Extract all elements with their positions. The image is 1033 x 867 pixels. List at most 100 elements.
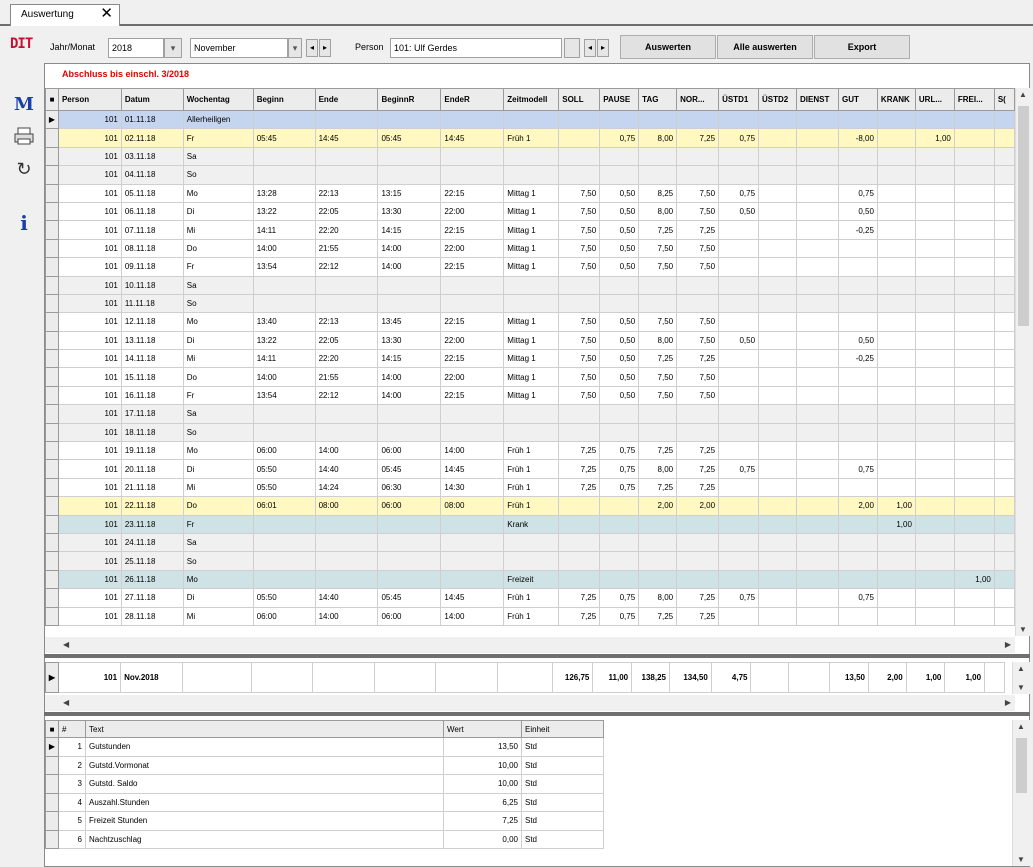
- table-row[interactable]: 101 25.11.18 So: [45, 551, 1015, 571]
- row-indicator[interactable]: [45, 588, 59, 608]
- table-cell[interactable]: [796, 514, 839, 534]
- table-cell[interactable]: 22:00: [440, 201, 505, 222]
- table-cell[interactable]: 21:55: [314, 238, 379, 259]
- table-cell[interactable]: [638, 109, 678, 130]
- table-cell[interactable]: [377, 293, 442, 314]
- table-cell[interactable]: [837, 477, 878, 498]
- table-cell[interactable]: [953, 588, 995, 608]
- table-cell[interactable]: Mittag 1: [503, 312, 560, 332]
- scroll-up-icon[interactable]: ▲: [1019, 90, 1027, 99]
- column-header-beginn[interactable]: Beginn: [252, 88, 316, 111]
- table-cell[interactable]: [876, 551, 916, 571]
- row-indicator[interactable]: [45, 569, 59, 590]
- table-cell[interactable]: [440, 146, 505, 167]
- table-cell[interactable]: [676, 514, 720, 534]
- row-indicator[interactable]: [45, 532, 59, 553]
- table-cell[interactable]: [758, 238, 797, 259]
- column-header-einheit[interactable]: Einheit: [521, 720, 604, 738]
- table-cell[interactable]: [914, 330, 955, 351]
- table-cell[interactable]: 13:54: [252, 257, 316, 277]
- table-cell[interactable]: 22:15: [440, 385, 505, 406]
- table-cell[interactable]: [758, 165, 797, 185]
- table-cell[interactable]: 13:40: [252, 312, 316, 332]
- table-cell[interactable]: [252, 514, 316, 534]
- table-cell[interactable]: [440, 275, 505, 295]
- summary-vertical-scrollbar[interactable]: ▲ ▼: [1012, 662, 1030, 694]
- table-cell[interactable]: [718, 220, 760, 240]
- table-cell[interactable]: [914, 201, 955, 222]
- table-cell[interactable]: -8,00: [837, 128, 878, 148]
- table-row[interactable]: 101 16.11.18 Fr 13:54 22:12 14:00 22:15 Mittag …: [45, 385, 1015, 406]
- table-cell[interactable]: [676, 404, 720, 424]
- table-cell[interactable]: 0,50: [599, 312, 640, 332]
- table-cell[interactable]: 13.11.18: [120, 330, 184, 351]
- table-cell[interactable]: 0,75: [599, 606, 640, 626]
- table-cell[interactable]: [837, 606, 878, 626]
- row-indicator[interactable]: [45, 551, 59, 571]
- row-indicator[interactable]: [45, 312, 59, 332]
- table-cell[interactable]: [758, 128, 797, 148]
- table-cell[interactable]: Mi: [182, 349, 254, 369]
- table-cell[interactable]: [314, 422, 379, 443]
- table-cell[interactable]: [914, 220, 955, 240]
- table-cell[interactable]: [796, 238, 839, 259]
- table-cell[interactable]: [718, 109, 760, 130]
- table-cell[interactable]: [837, 367, 878, 387]
- table-cell[interactable]: 101: [57, 569, 122, 590]
- table-cell[interactable]: [993, 275, 1015, 295]
- table-cell[interactable]: 14:00: [252, 238, 316, 259]
- table-cell[interactable]: [953, 201, 995, 222]
- table-cell[interactable]: [914, 532, 955, 553]
- table-cell[interactable]: [837, 422, 878, 443]
- column-header-gut[interactable]: GUT: [837, 88, 878, 111]
- table-cell[interactable]: 7,50: [558, 201, 601, 222]
- table-row[interactable]: 101 23.11.18 Fr Krank 1,00: [45, 514, 1015, 534]
- table-cell[interactable]: 101: [57, 349, 122, 369]
- table-row[interactable]: 101 02.11.18 Fr 05:45 14:45 05:45 14:45 Früh 10…: [45, 128, 1015, 148]
- table-cell[interactable]: Di: [182, 588, 254, 608]
- table-row[interactable]: 101 14.11.18 Mi 14:11 22:20 14:15 22:15 Mittag …: [45, 349, 1015, 369]
- table-cell[interactable]: 0,50: [718, 201, 760, 222]
- table-cell[interactable]: [993, 367, 1015, 387]
- table-cell[interactable]: [252, 146, 316, 167]
- table-cell[interactable]: [440, 514, 505, 534]
- table-cell[interactable]: 13:54: [252, 385, 316, 406]
- table-cell[interactable]: 0,50: [599, 385, 640, 406]
- table-cell[interactable]: [758, 367, 797, 387]
- table-cell[interactable]: [599, 165, 640, 185]
- table-cell[interactable]: 06:00: [377, 441, 442, 461]
- table-cell[interactable]: Krank: [503, 514, 560, 534]
- table-cell[interactable]: Mo: [182, 312, 254, 332]
- table-cell[interactable]: [914, 422, 955, 443]
- table-cell[interactable]: 05:50: [252, 459, 316, 479]
- table-cell[interactable]: 06:00: [377, 496, 442, 516]
- table-cell[interactable]: [676, 569, 720, 590]
- table-cell[interactable]: Mittag 1: [503, 257, 560, 277]
- table-cell[interactable]: 101: [57, 165, 122, 185]
- row-indicator[interactable]: [45, 293, 59, 314]
- table-cell[interactable]: 0,50: [837, 330, 878, 351]
- list-item[interactable]: 4 Auszahl.Stunden 6,25 Std: [45, 792, 604, 812]
- table-cell[interactable]: Früh 1: [503, 606, 560, 626]
- table-cell[interactable]: [876, 220, 916, 240]
- table-cell[interactable]: [718, 385, 760, 406]
- table-cell[interactable]: [876, 606, 916, 626]
- table-cell[interactable]: [252, 165, 316, 185]
- table-cell[interactable]: [638, 165, 678, 185]
- table-cell[interactable]: [953, 496, 995, 516]
- table-cell[interactable]: Do: [182, 238, 254, 259]
- table-cell[interactable]: [796, 257, 839, 277]
- table-cell[interactable]: 05.11.18: [120, 183, 184, 203]
- table-cell[interactable]: Fr: [182, 257, 254, 277]
- info-icon[interactable]: i: [10, 210, 38, 236]
- table-cell[interactable]: 14:45: [440, 588, 505, 608]
- tab-auswertung[interactable]: Auswertung ✕: [10, 4, 120, 26]
- table-row[interactable]: 101 08.11.18 Do 14:00 21:55 14:00 22:00 Mittag …: [45, 238, 1015, 259]
- table-cell[interactable]: [796, 367, 839, 387]
- table-cell[interactable]: 0,50: [599, 257, 640, 277]
- table-cell[interactable]: 101: [57, 220, 122, 240]
- table-cell[interactable]: [876, 109, 916, 130]
- table-cell[interactable]: 22:20: [314, 349, 379, 369]
- table-cell[interactable]: 101: [57, 459, 122, 479]
- table-cell[interactable]: [796, 109, 839, 130]
